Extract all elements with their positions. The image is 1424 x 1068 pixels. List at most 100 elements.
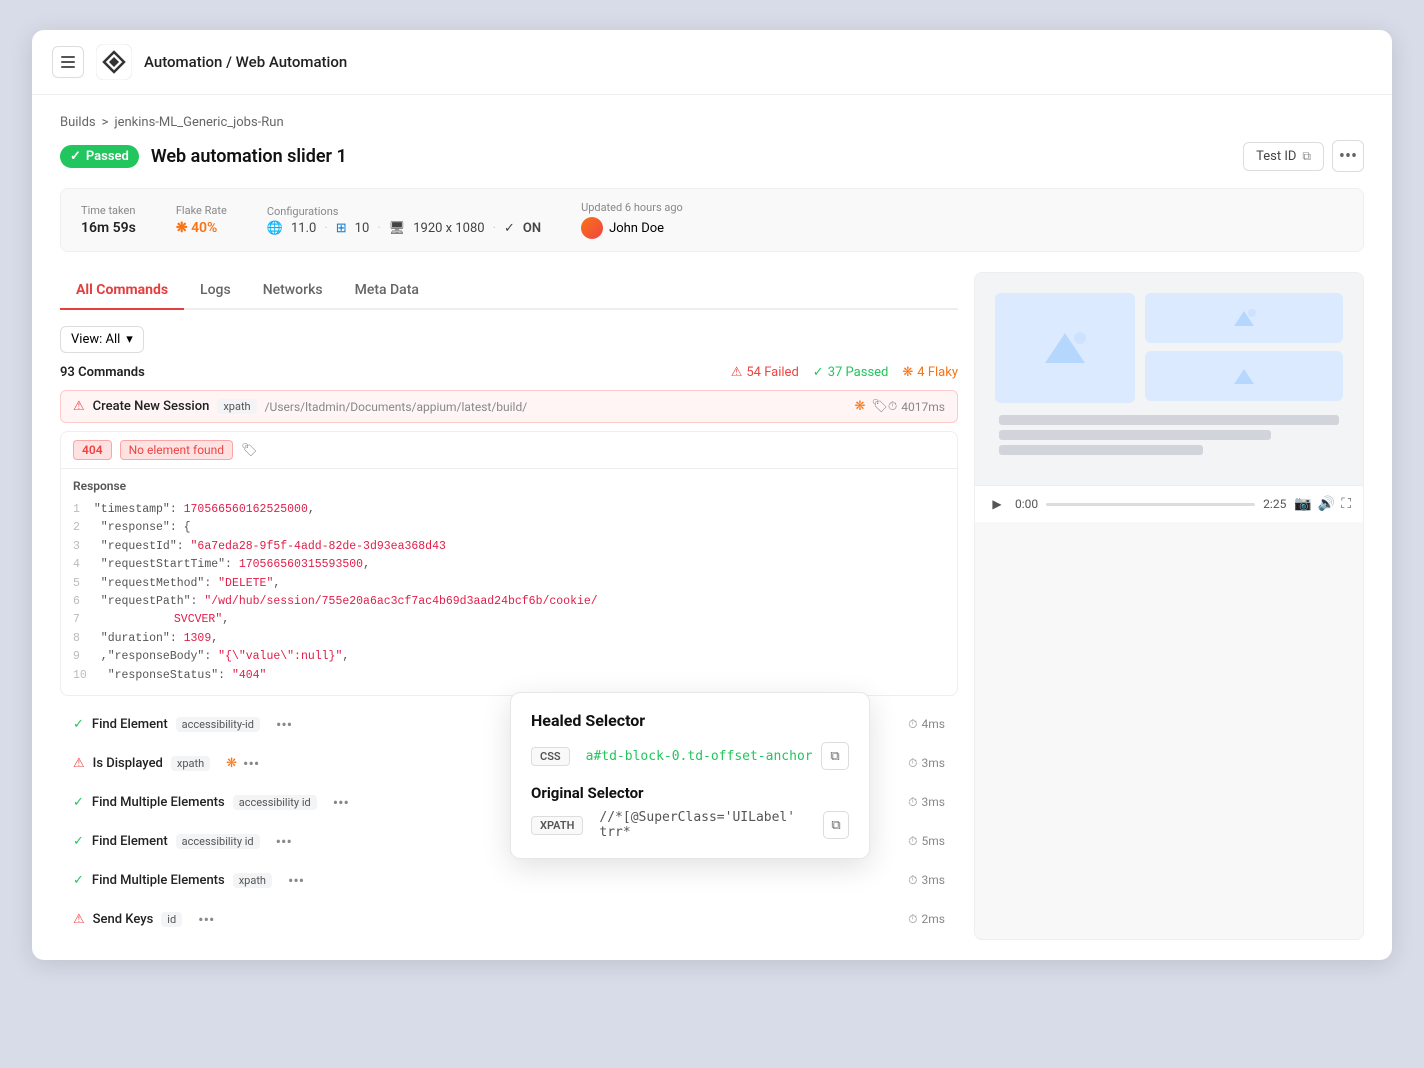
time-value: 2ms [922,912,945,926]
cmd-actions: ❋ 🏷 [855,399,888,414]
view-label: View: All [71,332,120,347]
volume-icon[interactable]: 🔊 [1318,496,1335,512]
clock-icon: ⏱ [908,756,917,771]
camera-icon[interactable]: 📷 [1294,496,1311,512]
cmd-name: Find Multiple Elements [92,873,225,888]
more-icon[interactable]: ••• [288,871,304,890]
more-icon: ••• [1339,146,1357,167]
time-taken-value: 16m 59s [81,220,136,236]
cmd-actions: ❋ ••• [226,754,259,773]
more-icon[interactable]: ••• [276,715,292,734]
more-icon[interactable]: ••• [198,910,214,929]
clock-icon: ⏱ [908,834,917,849]
test-id-label: Test ID [1256,149,1296,164]
time-total: 2:25 [1263,497,1286,511]
user-name: John Doe [609,221,664,236]
user-row: John Doe [581,217,683,239]
more-icon[interactable]: ••• [276,832,292,851]
check-icon: ✓ [70,149,81,164]
response-panel: Response 1"timestamp": 17056656016252500… [61,468,957,695]
clock-icon: ⏱ [908,717,917,732]
passed-label: 37 Passed [828,365,889,380]
cmd-name: Create New Session [93,399,210,414]
tab-meta-data[interactable]: Meta Data [339,272,435,310]
build-header: ✓ Passed Web automation slider 1 Test ID… [60,140,1364,172]
command-row[interactable]: ✓ Find Multiple Elements xpath ••• ⏱ 3ms [60,862,958,899]
breadcrumb: Builds > jenkins-ML_Generic_jobs-Run [60,115,1364,130]
time-value: 3ms [922,756,945,770]
check-icon: ✓ [73,834,84,849]
tab-logs[interactable]: Logs [184,272,247,310]
time-value: 3ms [922,873,945,887]
time-value: 3ms [922,795,945,809]
build-name: Web automation slider 1 [151,146,347,167]
progress-bar[interactable] [1046,503,1255,506]
windows-version: 10 [355,221,370,236]
time-value: 4017ms [901,400,945,414]
time-taken-label: Time taken [81,204,136,217]
check-icon: ✓ [73,873,84,888]
cmd-name: Find Element [92,834,168,849]
error-tags: 404 No element found 🏷 [61,432,957,468]
cmd-actions: ••• [276,832,292,851]
updated-label: Updated 6 hours ago [581,201,683,214]
cmd-tag: xpath [233,873,272,888]
menu-button[interactable] [52,46,84,78]
status-text: Passed [86,149,129,164]
cmd-time: ⏱ 5ms [908,834,945,849]
main-panels: All Commands Logs Networks Meta Data Vie… [60,272,1364,940]
cmd-tag: accessibility id [176,834,260,849]
breadcrumb-root[interactable]: Builds [60,115,96,130]
tab-all-commands[interactable]: All Commands [60,272,184,310]
more-icon[interactable]: ••• [333,793,349,812]
failed-label: 54 Failed [746,365,798,380]
test-id-button[interactable]: Test ID ⧉ [1243,142,1324,171]
cmd-time: ⏱ 2ms [908,912,945,927]
breadcrumb-child: jenkins-ML_Generic_jobs-Run [114,115,283,130]
chrome-version: 11.0 [291,221,316,236]
time-taken-item: Time taken 16m 59s [81,204,136,236]
cmd-time: ⏱ 4ms [908,717,945,732]
more-options-button[interactable]: ••• [1332,140,1364,172]
cmd-tag: accessibility id [233,795,317,810]
stat-passed: ✓ 37 Passed [813,365,889,380]
cmd-name: Is Displayed [93,756,163,771]
video-icons: 📷 🔊 ⛶ [1294,496,1351,512]
status-badge: ✓ Passed [60,145,139,168]
copy-original-button[interactable]: ⧉ [823,811,849,839]
original-selector-title: Original Selector [531,784,849,802]
tag-icon: 🏷 [241,443,258,458]
flaky-icon: ❋ [902,365,913,380]
original-value: //*[@SuperClass='UILabel' trr* [599,810,815,840]
config-status: ON [523,221,541,236]
warning-icon: ⚠ [73,756,85,771]
cmd-time: ⏱ 3ms [908,756,945,771]
more-icon[interactable]: ••• [243,754,259,773]
view-select[interactable]: View: All ▾ [60,326,144,353]
app-window: Automation / Web Automation Builds > jen… [32,30,1392,960]
tab-networks[interactable]: Networks [247,272,339,310]
tag-404: 404 [73,440,112,460]
configurations-item: Configurations 🌐 11.0 · ⊞ 10 · 🖥 1920 x … [267,205,541,236]
copy-healed-button[interactable]: ⧉ [821,742,849,770]
check-icon: ✓ [73,795,84,810]
warning-icon: ⚠ [73,912,85,927]
build-title-group: ✓ Passed Web automation slider 1 [60,145,347,168]
fullscreen-icon[interactable]: ⛶ [1341,496,1351,512]
resolution: 1920 x 1080 [413,221,484,236]
app-header: Automation / Web Automation [32,30,1392,95]
cmd-path: /Users/ltadmin/Documents/appium/latest/b… [265,400,847,414]
cmd-time: ⏱ 3ms [908,873,945,888]
breadcrumb-separator: > [102,115,109,130]
cmd-time: ⏱ 3ms [908,795,945,810]
image-preview-area [975,273,1363,485]
flake-rate-item: Flake Rate ❋ 40% [176,204,227,236]
video-controls: ▶ 0:00 2:25 📷 🔊 ⛶ [975,485,1363,522]
tag-no-element: No element found [120,440,233,460]
play-button[interactable]: ▶ [987,494,1007,514]
cmd-tag: xpath [217,399,256,414]
flake-cmd-icon: ❋ [226,756,237,771]
command-row[interactable]: ⚠ Send Keys id ••• ⏱ 2ms [60,901,958,938]
screenshot-thumb-1 [1145,293,1343,343]
command-row[interactable]: ⚠ Create New Session xpath /Users/ltadmi… [60,390,958,423]
